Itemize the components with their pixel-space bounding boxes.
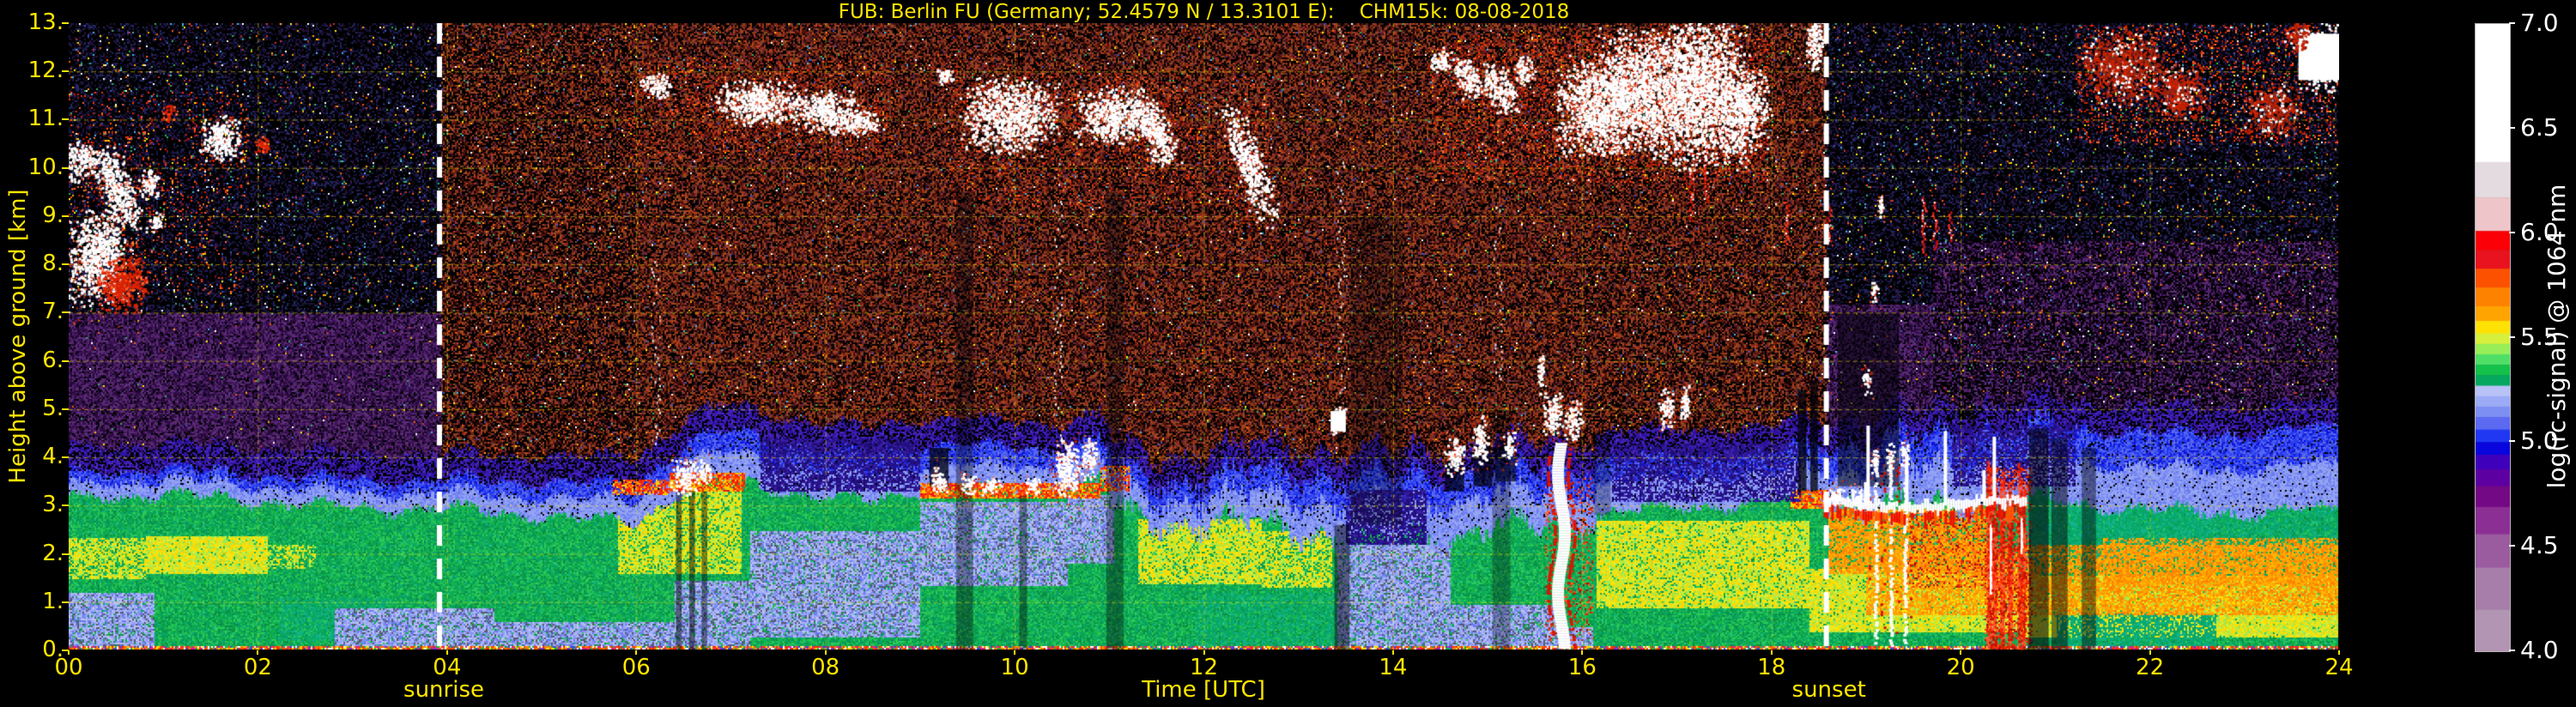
x-tick-mark [1581,650,1584,655]
colorbar-tick-label: 6.0 [2520,217,2559,246]
y-tick-mark [62,118,69,121]
x-tick-mark [257,650,259,655]
y-tick-label: 8. [42,251,64,277]
colorbar-tick-label: 4.5 [2520,531,2559,560]
x-tick-mark [2149,650,2151,655]
y-tick-mark [62,215,69,217]
y-tick-mark [62,408,69,410]
colorbar-tick-mark [2509,545,2515,547]
x-tick-label: 02 [243,655,272,680]
x-axis-label: Time [UTC] [1142,677,1265,703]
y-tick-mark [62,360,69,362]
colorbar-tick-mark [2509,650,2515,651]
x-tick-label: 06 [621,655,651,680]
x-tick-label: 20 [1946,655,1975,680]
x-tick-label: 14 [1379,655,1408,680]
y-tick-label: 1. [42,588,64,614]
colorbar-tick-mark [2509,22,2515,24]
colorbar-tick-label: 5.5 [2520,322,2559,351]
sunset-annotation: sunset [1791,677,1866,703]
y-tick-label: 10. [27,154,64,180]
sunrise-annotation: sunrise [403,677,484,703]
y-tick-label: 6. [42,347,64,373]
y-tick-label: 11. [27,106,64,132]
x-tick-mark [824,650,827,655]
y-tick-label: 12. [27,57,64,84]
colorbar-tick-label: 7.0 [2520,9,2559,37]
x-tick-label: 18 [1757,655,1786,680]
x-tick-mark [68,650,70,655]
x-tick-mark [1014,650,1016,655]
colorbar-tick-mark [2509,440,2515,443]
colorbar-tick-mark [2509,231,2515,233]
y-tick-mark [62,601,69,603]
y-tick-mark [62,505,69,507]
x-tick-mark [1960,650,1962,655]
y-tick-mark [62,311,69,314]
y-tick-label: 3. [42,492,64,518]
colorbar-tick-mark [2509,126,2515,129]
x-tick-mark [1391,650,1394,655]
x-tick-mark [1770,650,1773,655]
y-tick-label: 4. [42,444,64,470]
x-tick-label: 24 [2324,655,2354,680]
y-tick-label: 7. [42,299,64,325]
x-tick-label: 00 [54,655,83,680]
colorbar-gradient [2475,23,2511,652]
y-tick-mark [62,263,69,266]
colorbar-tick-label: 5.0 [2520,426,2559,456]
y-tick-label: 9. [42,202,64,228]
page-root: FUB: Berlin FU (Germany; 52.4579 N / 13.… [0,0,2576,707]
colorbar-tick-mark [2509,335,2515,338]
y-tick-label: 5. [42,395,64,421]
x-tick-label: 12 [1189,655,1219,680]
x-tick-label: 22 [2136,655,2165,680]
x-tick-label: 04 [433,655,462,680]
y-tick-mark [62,553,69,555]
x-tick-mark [1203,650,1205,655]
x-tick-mark [2338,650,2340,655]
plot-title: FUB: Berlin FU (Germany; 52.4579 N / 13.… [838,1,1570,23]
y-tick-mark [62,70,69,73]
y-tick-label: 2. [42,540,64,566]
x-tick-label: 08 [811,655,840,680]
y-tick-label: 13. [27,9,64,35]
x-tick-label: 10 [1000,655,1029,680]
lidar-heatmap-canvas [69,23,2339,650]
colorbar-tick-label: 4.0 [2520,636,2559,664]
colorbar-tick-label: 6.5 [2520,112,2559,142]
x-tick-mark [635,650,638,655]
x-tick-label: 16 [1567,655,1597,680]
y-tick-mark [62,456,69,459]
y-tick-mark [62,22,69,24]
x-tick-mark [445,650,448,655]
y-tick-mark [62,166,69,169]
